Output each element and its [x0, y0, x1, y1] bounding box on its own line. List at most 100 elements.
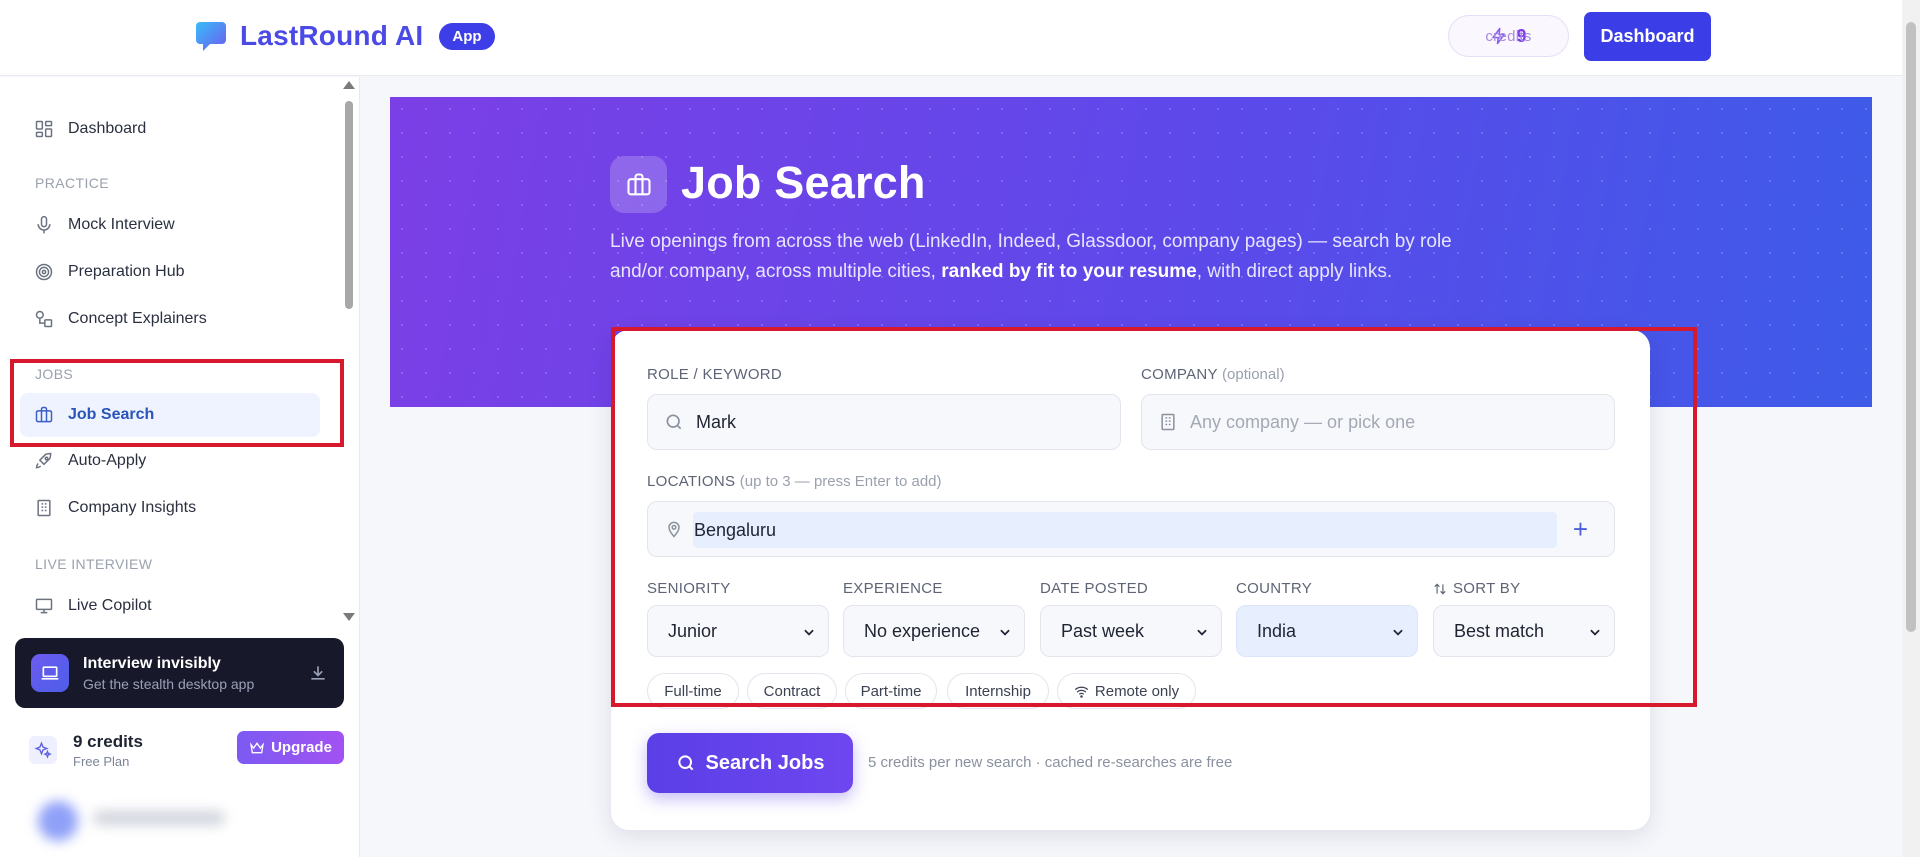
page-description: Live openings from across the web (Linke… — [610, 227, 1490, 287]
promo-subtitle: Get the stealth desktop app — [83, 675, 255, 692]
date-posted-label: DATE POSTED — [1040, 580, 1149, 597]
building-icon — [37, 499, 51, 517]
user-profile-blurred[interactable] — [20, 791, 340, 853]
add-location-icon[interactable]: + — [1573, 516, 1588, 542]
sidebar-scrollbar-thumb[interactable] — [345, 101, 353, 309]
sort-arrows-icon — [1434, 583, 1446, 594]
company-label: COMPANY (optional) — [1141, 366, 1285, 383]
sidebar-item-live-copilot[interactable]: Live Copilot — [20, 584, 320, 622]
chip-part-time[interactable]: Part-time — [845, 673, 937, 709]
role-label: ROLE / KEYWORD — [647, 366, 783, 383]
plan-credits: 9 credits — [73, 731, 143, 751]
chip-remote-only[interactable]: Remote only — [1057, 673, 1196, 709]
brand[interactable]: LastRound AI App — [196, 20, 495, 52]
role-value: Mark — [696, 411, 736, 432]
chevron-down-icon — [804, 629, 814, 636]
experience-value: No experience — [864, 620, 981, 641]
brand-name: LastRound AI — [240, 20, 424, 51]
search-icon — [677, 755, 693, 771]
locations-label-text: LOCATIONS — [647, 473, 736, 490]
chevron-down-icon — [1000, 629, 1010, 636]
app-badge: App — [439, 22, 495, 50]
microphone-icon — [37, 215, 51, 234]
rocket-icon — [35, 452, 52, 469]
chip-internship[interactable]: Internship — [947, 673, 1049, 709]
shapes-icon — [35, 310, 53, 328]
locations-input[interactable]: Bengaluru + — [647, 501, 1615, 557]
search-jobs-label: Search Jobs — [705, 751, 825, 774]
download-icon[interactable] — [308, 663, 328, 683]
company-label-text: COMPANY — [1141, 366, 1218, 383]
sidebar-scrollbar[interactable] — [342, 81, 355, 621]
chevron-down-icon — [1393, 629, 1403, 636]
sidebar-nav: Dashboard PRACTICE Mock Interview Prepar… — [0, 77, 345, 622]
credits-label: credits — [1485, 27, 1532, 45]
seniority-value: Junior — [668, 620, 718, 641]
top-header: LastRound AI App 9 credits Dashboard — [0, 0, 1902, 76]
sidebar-item-company-insights[interactable]: Company Insights — [20, 486, 320, 530]
experience-select[interactable]: No experience — [843, 605, 1025, 657]
chevron-down-icon — [1590, 629, 1600, 636]
dashboard-button[interactable]: Dashboard — [1584, 12, 1711, 61]
sidebar-item-label: Dashboard — [68, 120, 147, 137]
seniority-select[interactable]: Junior — [647, 605, 829, 657]
sort-by-label: SORT BY — [1433, 580, 1520, 597]
sidebar-item-mock-interview[interactable]: Mock Interview — [20, 203, 320, 247]
main-content: Job Search Live openings from across the… — [361, 77, 1902, 857]
plan-card: 9 credits Free Plan Upgrade — [15, 723, 344, 777]
user-name-redacted — [94, 811, 224, 825]
chat-bubble-logo-icon — [196, 22, 226, 51]
upgrade-button[interactable]: Upgrade — [237, 731, 344, 764]
wifi-icon — [1074, 686, 1089, 698]
sidebar-item-dashboard[interactable]: Dashboard — [20, 107, 320, 151]
sidebar-item-concept-explainers[interactable]: Concept Explainers — [20, 297, 320, 341]
description-text-end: , with direct apply links. — [1196, 261, 1393, 282]
sidebar: Dashboard PRACTICE Mock Interview Prepar… — [0, 77, 360, 857]
sidebar-item-label: Concept Explainers — [68, 310, 207, 327]
date-posted-value: Past week — [1061, 620, 1145, 641]
credits-pill[interactable]: 9 credits — [1448, 15, 1569, 57]
target-icon — [35, 263, 53, 281]
briefcase-icon — [610, 156, 667, 213]
plan-name: Free Plan — [73, 753, 130, 769]
chip-contract[interactable]: Contract — [747, 673, 837, 709]
experience-label: EXPERIENCE — [843, 580, 943, 597]
sidebar-item-preparation-hub[interactable]: Preparation Hub — [20, 250, 320, 294]
locations-label: LOCATIONS (up to 3 — press Enter to add) — [647, 473, 942, 490]
sort-by-select[interactable]: Best match — [1433, 605, 1615, 657]
page-title: Job Search — [681, 157, 926, 208]
company-label-hint: (optional) — [1222, 366, 1285, 383]
chip-full-time[interactable]: Full-time — [647, 673, 739, 709]
avatar — [38, 801, 78, 841]
role-keyword-input[interactable]: Mark — [647, 394, 1121, 450]
scroll-down-icon[interactable] — [343, 613, 355, 621]
upgrade-label: Upgrade — [271, 739, 332, 756]
scroll-up-icon[interactable] — [343, 81, 355, 89]
map-pin-icon — [668, 521, 680, 538]
sidebar-item-label: Live Copilot — [68, 597, 152, 614]
sort-by-text: SORT BY — [1453, 580, 1521, 597]
description-emphasis: ranked by fit to your resume — [941, 261, 1197, 282]
locations-label-hint: (up to 3 — press Enter to add) — [739, 473, 942, 490]
search-cost-note: 5 credits per new search · cached re-sea… — [868, 754, 1233, 771]
section-live-interview: LIVE INTERVIEW — [35, 556, 153, 572]
country-value: India — [1257, 620, 1297, 641]
location-value[interactable]: Bengaluru — [693, 512, 1557, 548]
sidebar-item-label: Auto-Apply — [68, 452, 147, 469]
sparkles-icon — [29, 736, 57, 764]
page-scrollbar[interactable] — [1902, 0, 1920, 857]
page-scrollbar-thumb[interactable] — [1906, 22, 1916, 632]
sidebar-item-label: Company Insights — [68, 499, 197, 516]
country-select[interactable]: India — [1236, 605, 1418, 657]
desktop-app-promo[interactable]: Interview invisibly Get the stealth desk… — [15, 638, 344, 708]
section-practice: PRACTICE — [35, 175, 109, 191]
search-jobs-button[interactable]: Search Jobs — [647, 733, 853, 793]
sidebar-item-label: Preparation Hub — [68, 263, 185, 280]
company-input[interactable]: Any company — or pick one — [1141, 394, 1615, 450]
highlight-box-jobs — [10, 359, 344, 447]
date-posted-select[interactable]: Past week — [1040, 605, 1222, 657]
crown-icon — [249, 741, 265, 753]
chevron-down-icon — [1197, 629, 1207, 636]
company-placeholder: Any company — or pick one — [1190, 411, 1416, 432]
promo-title: Interview invisibly — [83, 654, 221, 672]
